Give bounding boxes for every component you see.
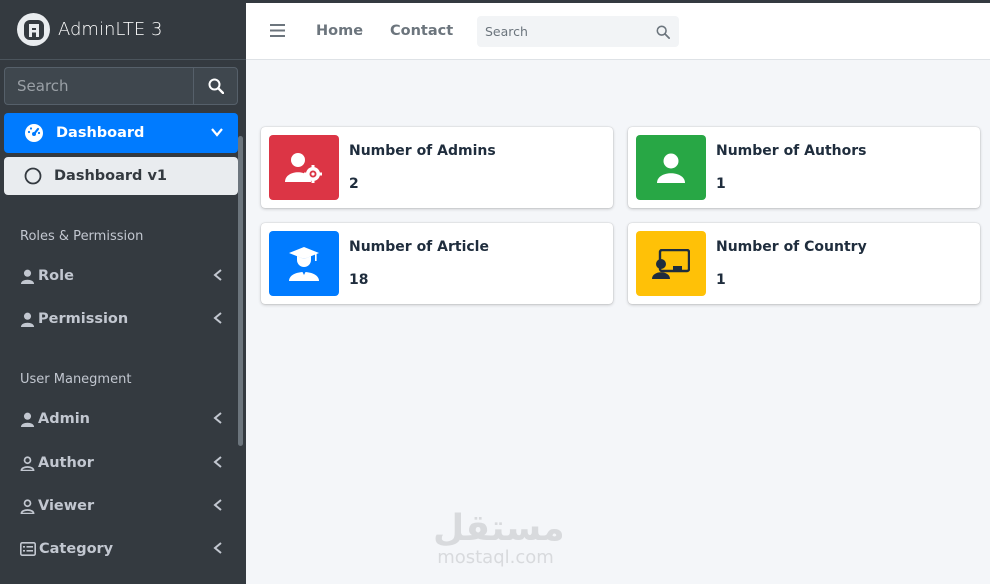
circle-icon — [24, 167, 42, 185]
sidebar-item-label: Role — [38, 268, 74, 284]
search-icon — [208, 78, 224, 94]
sidebar-item-author[interactable]: Author — [4, 443, 238, 483]
hamburger-menu-icon[interactable] — [270, 24, 285, 37]
watermark: مستقل mostaql.com — [433, 508, 565, 568]
user-outline-icon — [20, 455, 35, 471]
chevron-left-icon — [213, 499, 222, 511]
users-cog-icon — [285, 152, 322, 183]
user-outline-icon — [20, 498, 35, 514]
brand-title: AdminLTE 3 — [58, 19, 163, 40]
search-icon — [656, 25, 670, 39]
chalkboard-teacher-icon — [652, 248, 690, 279]
user-icon — [657, 153, 685, 183]
sidebar-item-viewer[interactable]: Viewer — [4, 486, 238, 526]
info-box-icon — [636, 231, 706, 296]
list-alt-icon — [20, 542, 36, 556]
brand-logo-icon — [17, 13, 50, 46]
sidebar-item-label: Dashboard v1 — [54, 168, 168, 184]
navbar-search-button[interactable] — [647, 16, 679, 47]
user-icon — [20, 312, 35, 327]
sidebar-search: Search — [4, 67, 238, 105]
user-icon — [20, 269, 35, 284]
navbar-search-input[interactable]: Search — [477, 24, 647, 39]
sidebar-item-label: Viewer — [38, 498, 95, 514]
sidebar-item-permission[interactable]: Permission — [4, 299, 238, 339]
sidebar-item-label: Dashboard — [56, 125, 145, 141]
user-graduate-icon — [289, 246, 319, 281]
sidebar-item-role[interactable]: Role — [4, 256, 238, 296]
watermark-latin: mostaql.com — [437, 547, 554, 568]
info-box-article: Number of Article 18 — [261, 223, 613, 304]
info-box-value: 1 — [716, 176, 726, 192]
sidebar-search-input[interactable]: Search — [4, 67, 193, 105]
sidebar-scrollbar[interactable] — [238, 136, 243, 446]
info-box-label: Number of Country — [716, 239, 867, 255]
sidebar-header-users: User Manegment — [20, 372, 132, 387]
sidebar-item-label: Category — [39, 541, 114, 557]
sidebar-search-button[interactable] — [193, 67, 238, 105]
info-box-value: 2 — [349, 176, 359, 192]
info-box-value: 18 — [349, 272, 369, 288]
info-box-admins: Number of Admins 2 — [261, 127, 613, 208]
info-box-icon — [269, 231, 339, 296]
sidebar-item-label: Permission — [38, 311, 129, 327]
chevron-left-icon — [213, 412, 222, 424]
info-box-label: Number of Authors — [716, 143, 867, 159]
chevron-left-icon — [213, 312, 222, 324]
sidebar: AdminLTE 3 Search Dashboard Dashboard v1… — [0, 0, 246, 584]
sidebar-item-dashboard-v1[interactable]: Dashboard v1 — [4, 157, 238, 195]
sidebar-item-admin[interactable]: Admin — [4, 399, 238, 439]
info-box-authors: Number of Authors 1 — [628, 127, 980, 208]
sidebar-item-category[interactable]: Category — [4, 529, 238, 569]
sidebar-header-roles: Roles & Permission — [20, 229, 144, 244]
sidebar-item-label: Author — [38, 455, 94, 471]
chevron-left-icon — [213, 456, 222, 468]
chevron-left-icon — [213, 269, 222, 281]
info-box-icon — [636, 135, 706, 200]
info-box-value: 1 — [716, 272, 726, 288]
chevron-left-icon — [213, 542, 222, 554]
nav-link-contact[interactable]: Contact — [390, 23, 453, 39]
chevron-down-icon — [211, 128, 223, 137]
brand-link[interactable]: AdminLTE 3 — [0, 0, 246, 60]
user-icon — [20, 412, 35, 427]
navbar-search: Search — [477, 16, 679, 47]
tachometer-icon — [25, 124, 43, 142]
nav-link-home[interactable]: Home — [316, 23, 363, 39]
watermark-arabic: مستقل — [433, 508, 565, 549]
info-box-country: Number of Country 1 — [628, 223, 980, 304]
sidebar-item-label: Admin — [38, 411, 91, 427]
info-box-icon — [269, 135, 339, 200]
info-box-label: Number of Admins — [349, 143, 496, 159]
top-navbar: Home Contact Search — [246, 3, 990, 60]
sidebar-item-dashboard[interactable]: Dashboard — [4, 113, 238, 153]
info-box-label: Number of Article — [349, 239, 489, 255]
